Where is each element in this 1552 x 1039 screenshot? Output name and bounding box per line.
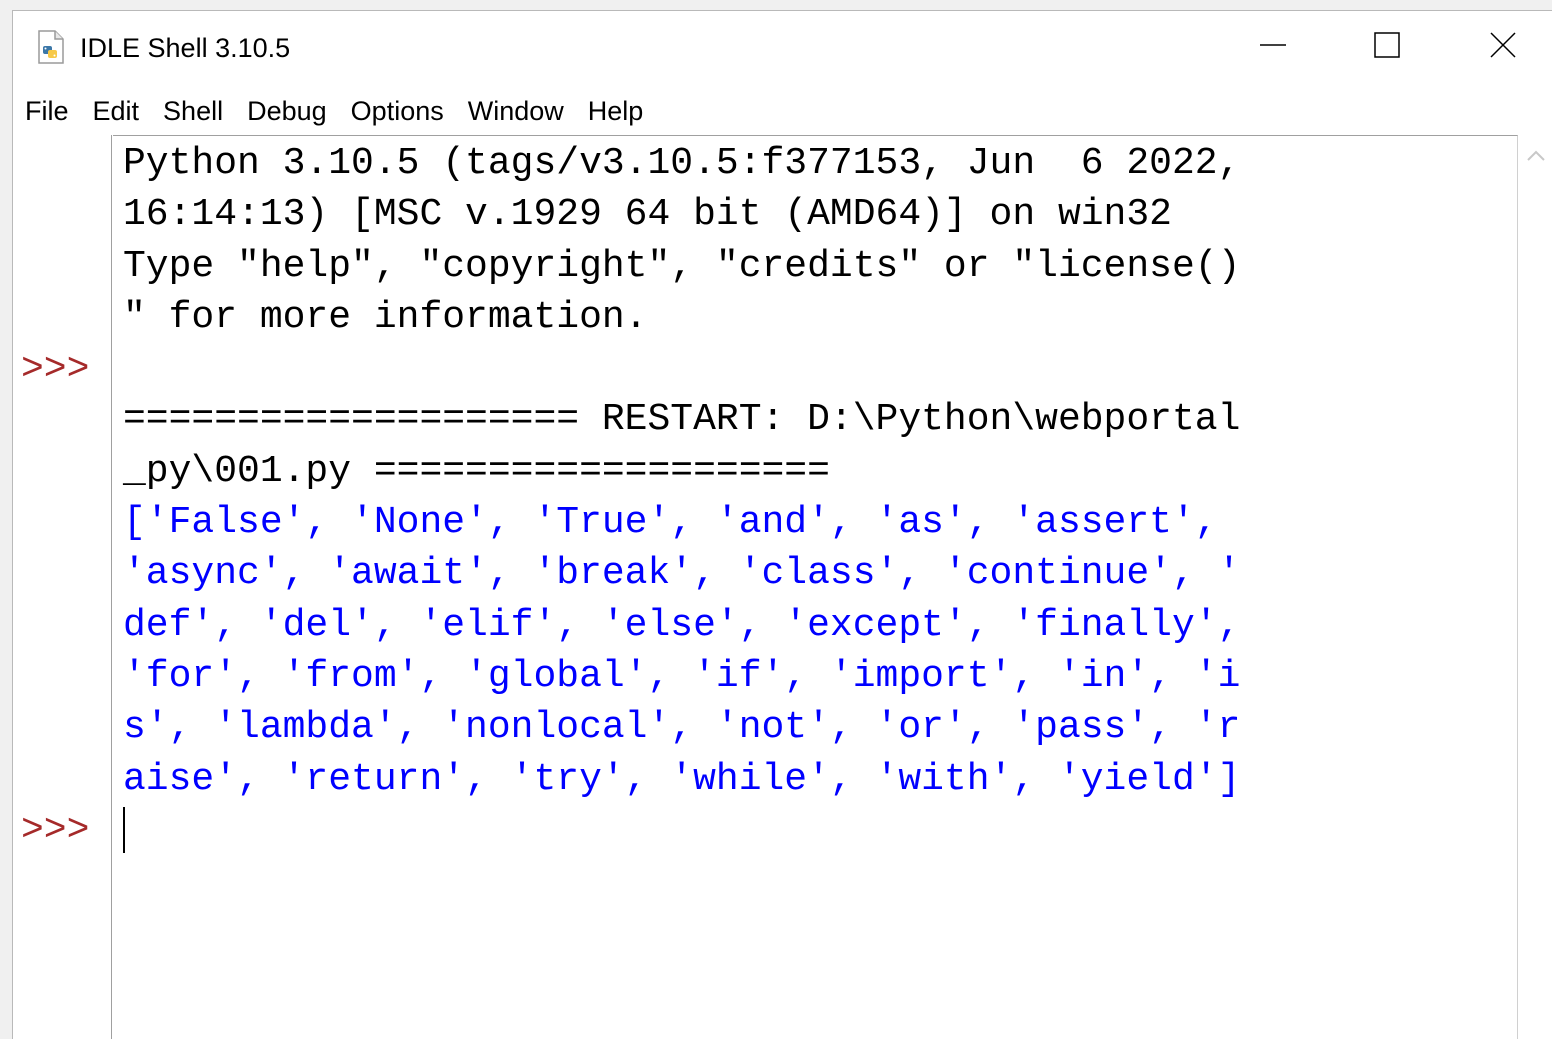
menu-shell[interactable]: Shell: [163, 91, 223, 131]
idle-shell-window: IDLE Shell 3.10.5 File Edit Shell Debug …: [12, 10, 1552, 1039]
shell-line: Type "help", "copyright", "credits" or "…: [123, 244, 1241, 288]
shell-output: Python 3.10.5 (tags/v3.10.5:f377153, Jun…: [123, 138, 1240, 856]
python-file-icon: [33, 29, 69, 65]
maximize-button[interactable]: [1337, 17, 1437, 77]
minimize-button[interactable]: [1223, 17, 1323, 77]
prompt-gutter: >>> >>>: [13, 135, 112, 1039]
shell-line: Python 3.10.5 (tags/v3.10.5:f377153, Jun…: [123, 142, 1241, 185]
menu-options[interactable]: Options: [351, 91, 444, 131]
menu-window[interactable]: Window: [468, 91, 564, 131]
stdout-line: ['False', 'None', 'True', 'and', 'as', '…: [123, 501, 1218, 545]
menu-debug[interactable]: Debug: [247, 91, 327, 131]
shell-prompt: >>>: [21, 809, 90, 852]
text-cursor: [123, 806, 125, 853]
window-title: IDLE Shell 3.10.5: [80, 33, 291, 63]
shell-line: 16:14:13) [MSC v.1929 64 bit (AMD64)] on…: [123, 193, 1172, 237]
menu-help[interactable]: Help: [588, 91, 644, 131]
stdout-line: def', 'del', 'elif', 'else', 'except', '…: [123, 603, 1241, 647]
shell-line: " for more information.: [123, 295, 648, 339]
close-button[interactable]: [1453, 17, 1552, 77]
vertical-scrollbar[interactable]: [1518, 135, 1552, 1039]
shell-text-area[interactable]: Python 3.10.5 (tags/v3.10.5:f377153, Jun…: [113, 135, 1518, 1039]
title-bar[interactable]: IDLE Shell 3.10.5: [13, 11, 1552, 83]
stdout-line: s', 'lambda', 'nonlocal', 'not', 'or', '…: [123, 706, 1241, 750]
shell-prompt: >>>: [21, 348, 90, 391]
minimize-icon: [1259, 31, 1287, 64]
stdout-line: 'async', 'await', 'break', 'class', 'con…: [123, 552, 1241, 596]
shell-line: [123, 805, 1240, 856]
menu-file[interactable]: File: [25, 91, 69, 131]
menu-bar: File Edit Shell Debug Options Window Hel…: [13, 91, 1552, 131]
stdout-line: aise', 'return', 'try', 'while', 'with',…: [123, 757, 1241, 801]
menu-edit[interactable]: Edit: [93, 91, 140, 131]
stdout-line: 'for', 'from', 'global', 'if', 'import',…: [123, 654, 1241, 698]
maximize-icon: [1373, 31, 1401, 64]
shell-line: ==================== RESTART: D:\Python\…: [123, 398, 1241, 442]
close-icon: [1489, 31, 1517, 64]
shell-line: _py\001.py ====================: [123, 449, 830, 493]
chevron-up-icon: [1526, 149, 1546, 168]
scroll-up-button[interactable]: [1518, 143, 1552, 173]
